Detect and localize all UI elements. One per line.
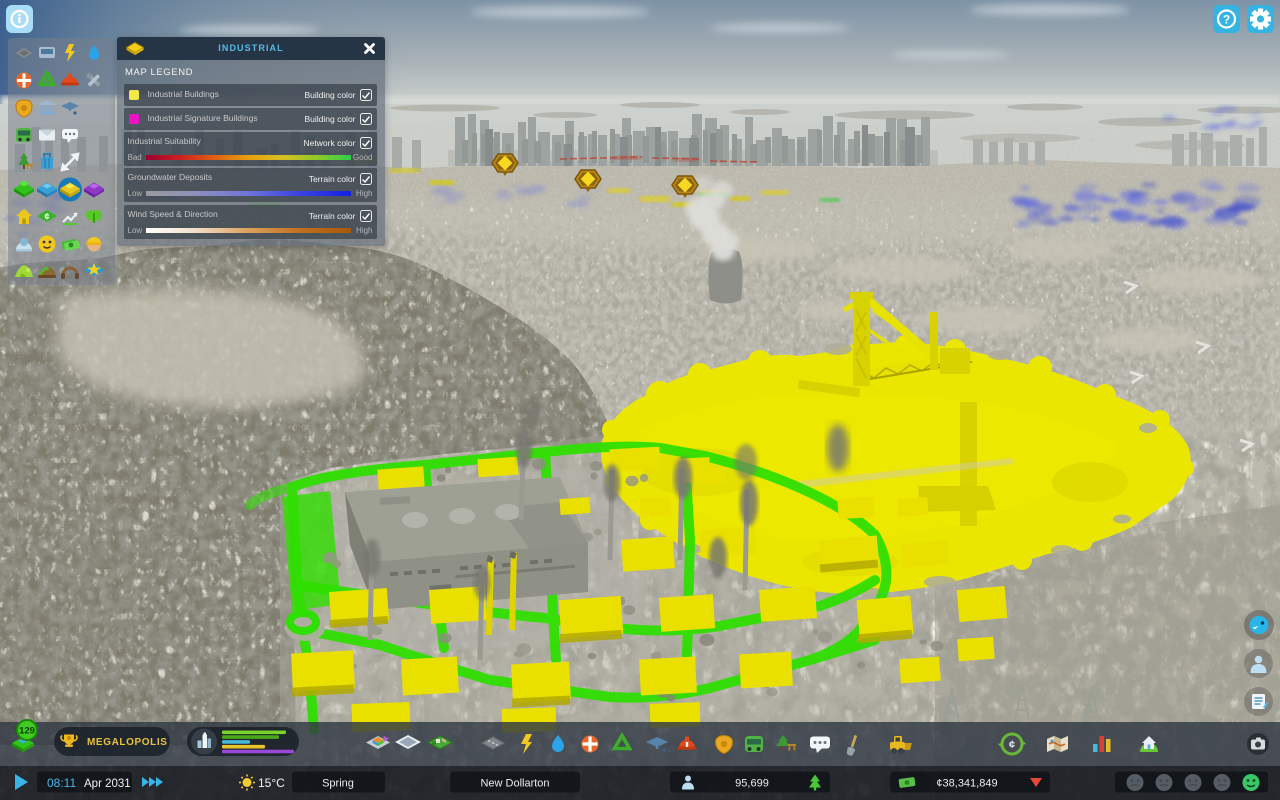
svg-text:129: 129 bbox=[19, 726, 35, 737]
svg-text:Apr 2031: Apr 2031 bbox=[84, 778, 131, 790]
svg-text:¢38,341,849: ¢38,341,849 bbox=[936, 778, 997, 790]
svg-text:?: ? bbox=[1223, 13, 1230, 27]
svg-text:95,699: 95,699 bbox=[735, 778, 769, 790]
svg-text:15°C: 15°C bbox=[258, 776, 285, 790]
svg-text:¢: ¢ bbox=[44, 212, 49, 222]
svg-text:08:11: 08:11 bbox=[47, 776, 76, 790]
svg-text:New Dollarton: New Dollarton bbox=[480, 778, 549, 790]
svg-text:¢: ¢ bbox=[1009, 739, 1015, 751]
svg-text:Spring: Spring bbox=[322, 778, 354, 790]
svg-text:MEGALOPOLIS: MEGALOPOLIS bbox=[87, 737, 168, 748]
